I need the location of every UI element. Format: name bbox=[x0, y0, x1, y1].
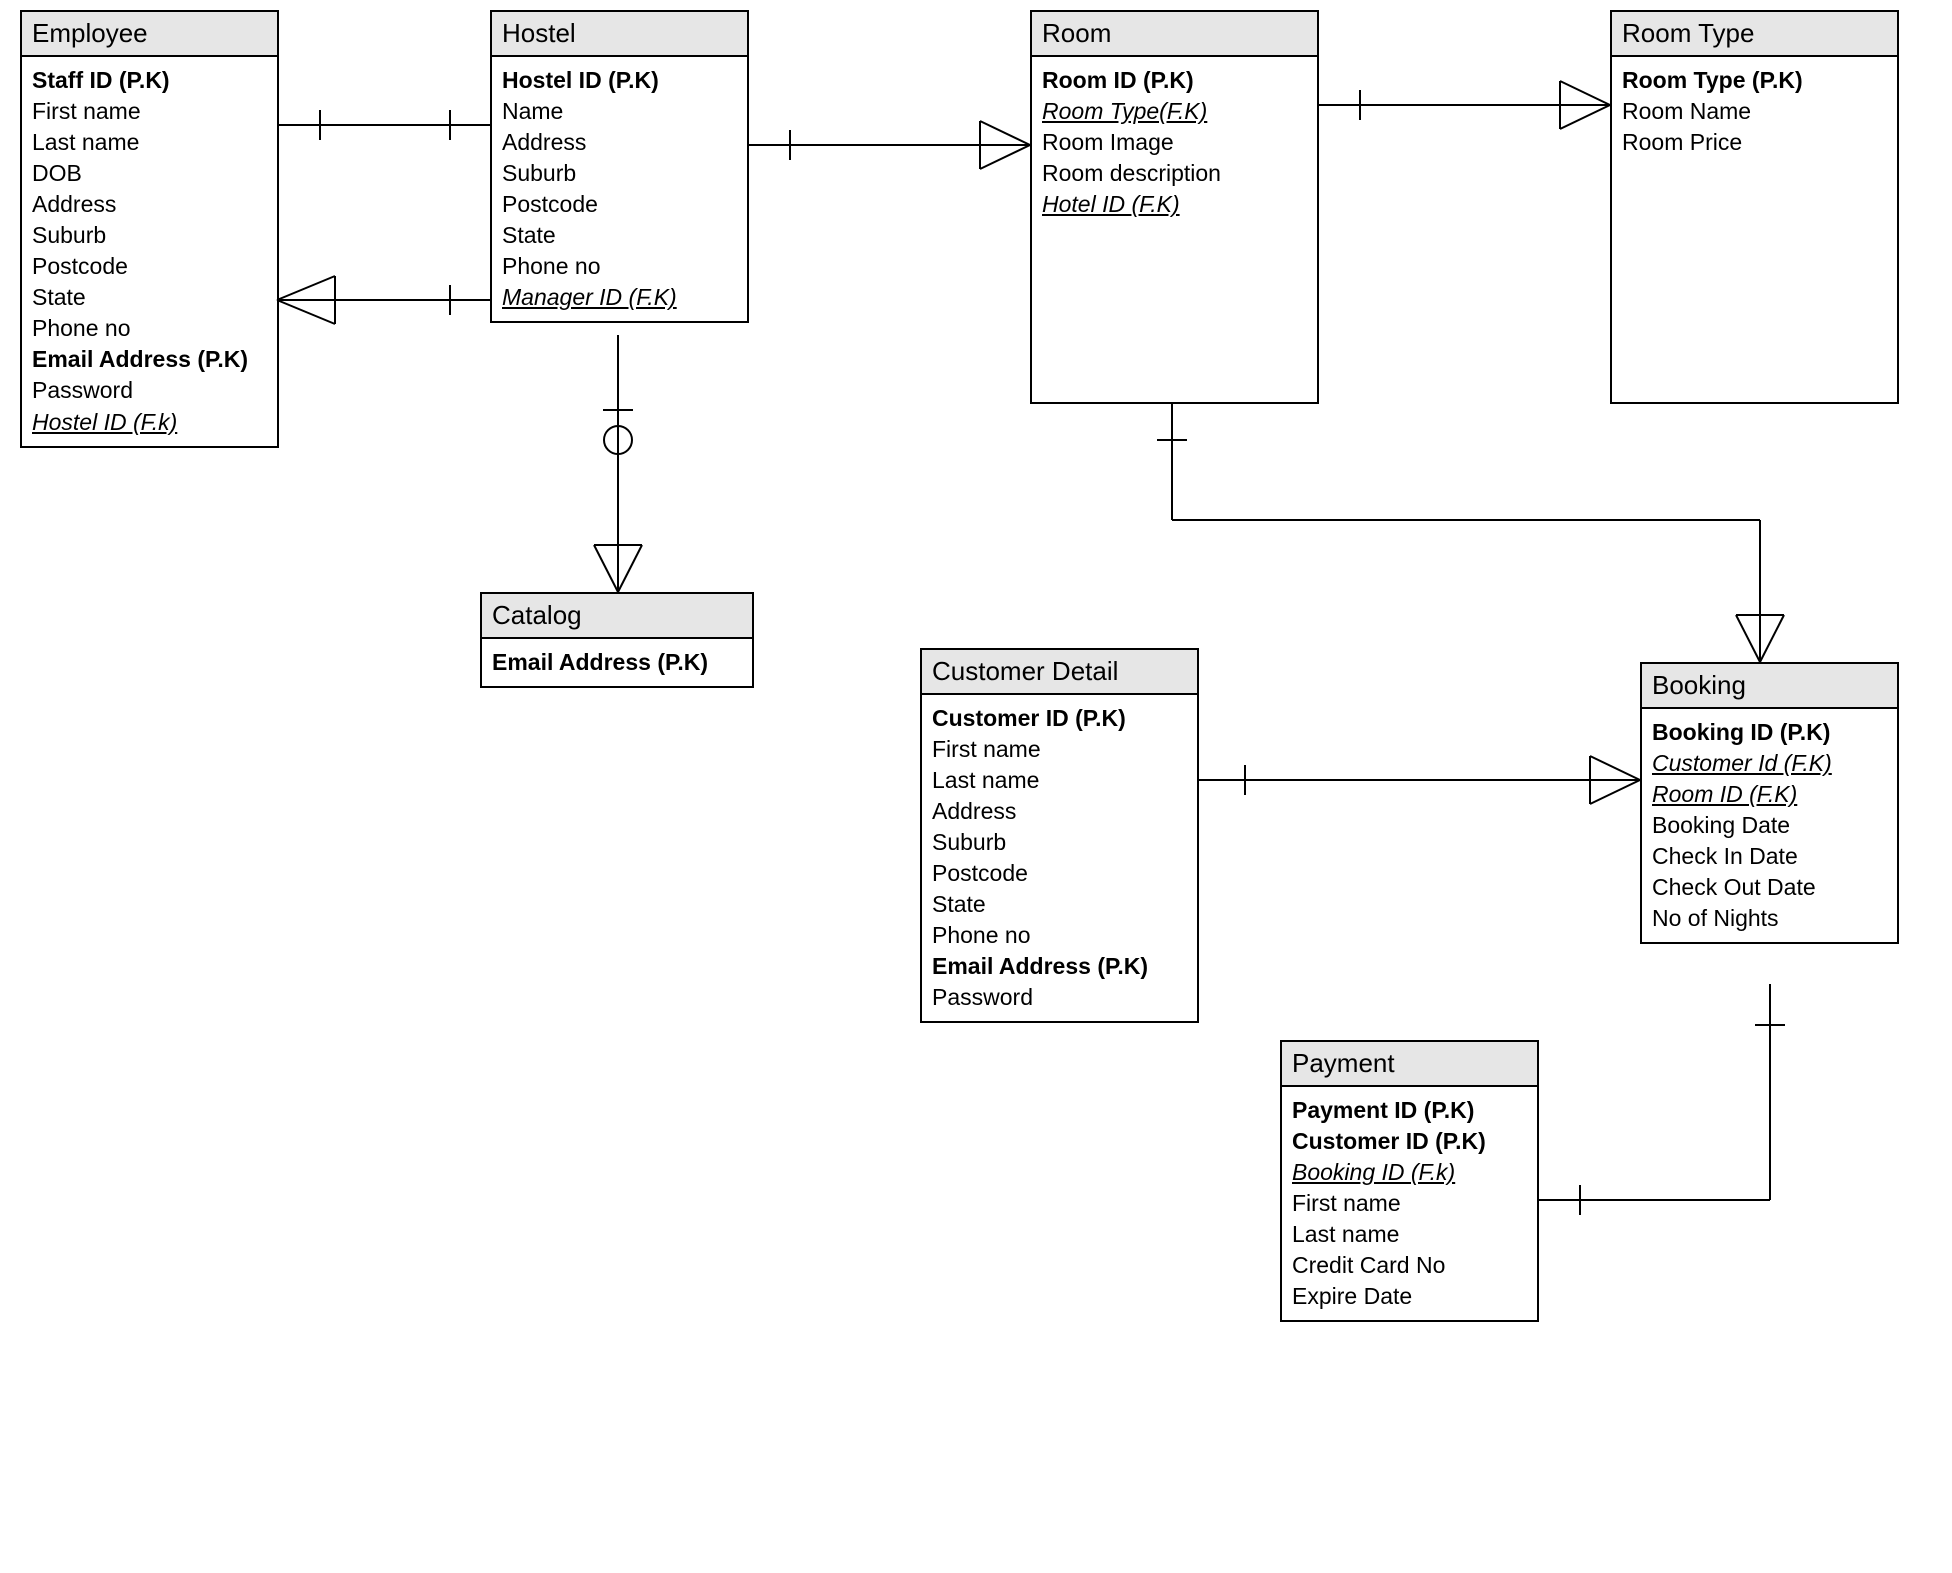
attribute: Credit Card No bbox=[1292, 1250, 1527, 1281]
attribute: Customer Id (F.K) bbox=[1652, 748, 1887, 779]
attribute: First name bbox=[32, 96, 267, 127]
attribute: Room description bbox=[1042, 158, 1307, 189]
attribute: Address bbox=[502, 127, 737, 158]
entity-payment-body: Payment ID (P.K)Customer ID (P.K)Booking… bbox=[1282, 1087, 1537, 1320]
attribute: Booking ID (F.k) bbox=[1292, 1157, 1527, 1188]
entity-catalog-body: Email Address (P.K) bbox=[482, 639, 752, 686]
entity-booking-title: Booking bbox=[1642, 664, 1897, 709]
attribute: Room Name bbox=[1622, 96, 1887, 127]
attribute: Address bbox=[32, 189, 267, 220]
entity-employee-title: Employee bbox=[22, 12, 277, 57]
attribute: Check In Date bbox=[1652, 841, 1887, 872]
attribute: Room Type (P.K) bbox=[1622, 65, 1887, 96]
entity-booking: Booking Booking ID (P.K)Customer Id (F.K… bbox=[1640, 662, 1899, 944]
attribute: Booking Date bbox=[1652, 810, 1887, 841]
attribute: First name bbox=[932, 734, 1187, 765]
entity-employee: Employee Staff ID (P.K)First nameLast na… bbox=[20, 10, 279, 448]
attribute: Phone no bbox=[932, 920, 1187, 951]
attribute: First name bbox=[1292, 1188, 1527, 1219]
attribute: Room Image bbox=[1042, 127, 1307, 158]
attribute: Room ID (P.K) bbox=[1042, 65, 1307, 96]
entity-employee-body: Staff ID (P.K)First nameLast nameDOBAddr… bbox=[22, 57, 277, 446]
entity-hostel-title: Hostel bbox=[492, 12, 747, 57]
attribute: Customer ID (P.K) bbox=[1292, 1126, 1527, 1157]
entity-hostel-body: Hostel ID (P.K)NameAddressSuburbPostcode… bbox=[492, 57, 747, 321]
attribute: Last name bbox=[1292, 1219, 1527, 1250]
attribute: Phone no bbox=[32, 313, 267, 344]
attribute: Suburb bbox=[32, 220, 267, 251]
attribute: Last name bbox=[32, 127, 267, 158]
entity-catalog: Catalog Email Address (P.K) bbox=[480, 592, 754, 688]
attribute: Hostel ID (P.K) bbox=[502, 65, 737, 96]
entity-roomtype-title: Room Type bbox=[1612, 12, 1897, 57]
entity-customer-title: Customer Detail bbox=[922, 650, 1197, 695]
attribute: Email Address (P.K) bbox=[932, 951, 1187, 982]
attribute: Payment ID (P.K) bbox=[1292, 1095, 1527, 1126]
attribute: Customer ID (P.K) bbox=[932, 703, 1187, 734]
attribute: Name bbox=[502, 96, 737, 127]
entity-booking-body: Booking ID (P.K)Customer Id (F.K)Room ID… bbox=[1642, 709, 1897, 942]
attribute: DOB bbox=[32, 158, 267, 189]
attribute: Postcode bbox=[502, 189, 737, 220]
attribute: Suburb bbox=[932, 827, 1187, 858]
entity-customer-body: Customer ID (P.K)First nameLast nameAddr… bbox=[922, 695, 1197, 1021]
attribute: Room ID (F.K) bbox=[1652, 779, 1887, 810]
attribute: Expire Date bbox=[1292, 1281, 1527, 1312]
attribute: State bbox=[32, 282, 267, 313]
entity-catalog-title: Catalog bbox=[482, 594, 752, 639]
attribute: Suburb bbox=[502, 158, 737, 189]
entity-roomtype-body: Room Type (P.K)Room NameRoom Price bbox=[1612, 57, 1897, 166]
attribute: Manager ID (F.K) bbox=[502, 282, 737, 313]
attribute: Hostel ID (F.k) bbox=[32, 407, 267, 438]
erd-canvas: Employee Staff ID (P.K)First nameLast na… bbox=[0, 0, 1952, 1573]
attribute: Password bbox=[32, 375, 267, 406]
attribute: State bbox=[502, 220, 737, 251]
entity-room: Room Room ID (P.K)Room Type(F.K)Room Ima… bbox=[1030, 10, 1319, 404]
attribute: Hotel ID (F.K) bbox=[1042, 189, 1307, 220]
entity-roomtype: Room Type Room Type (P.K)Room NameRoom P… bbox=[1610, 10, 1899, 404]
attribute: Staff ID (P.K) bbox=[32, 65, 267, 96]
entity-customer: Customer Detail Customer ID (P.K)First n… bbox=[920, 648, 1199, 1023]
entity-room-body: Room ID (P.K)Room Type(F.K)Room ImageRoo… bbox=[1032, 57, 1317, 228]
attribute: Password bbox=[932, 982, 1187, 1013]
attribute: Room Type(F.K) bbox=[1042, 96, 1307, 127]
attribute: No of Nights bbox=[1652, 903, 1887, 934]
attribute: Phone no bbox=[502, 251, 737, 282]
entity-payment: Payment Payment ID (P.K)Customer ID (P.K… bbox=[1280, 1040, 1539, 1322]
attribute: Check Out Date bbox=[1652, 872, 1887, 903]
entity-hostel: Hostel Hostel ID (P.K)NameAddressSuburbP… bbox=[490, 10, 749, 323]
entity-payment-title: Payment bbox=[1282, 1042, 1537, 1087]
attribute: State bbox=[932, 889, 1187, 920]
attribute: Address bbox=[932, 796, 1187, 827]
attribute: Email Address (P.K) bbox=[32, 344, 267, 375]
entity-room-title: Room bbox=[1032, 12, 1317, 57]
attribute: Room Price bbox=[1622, 127, 1887, 158]
attribute: Postcode bbox=[932, 858, 1187, 889]
attribute: Postcode bbox=[32, 251, 267, 282]
attribute: Email Address (P.K) bbox=[492, 647, 742, 678]
attribute: Booking ID (P.K) bbox=[1652, 717, 1887, 748]
attribute: Last name bbox=[932, 765, 1187, 796]
